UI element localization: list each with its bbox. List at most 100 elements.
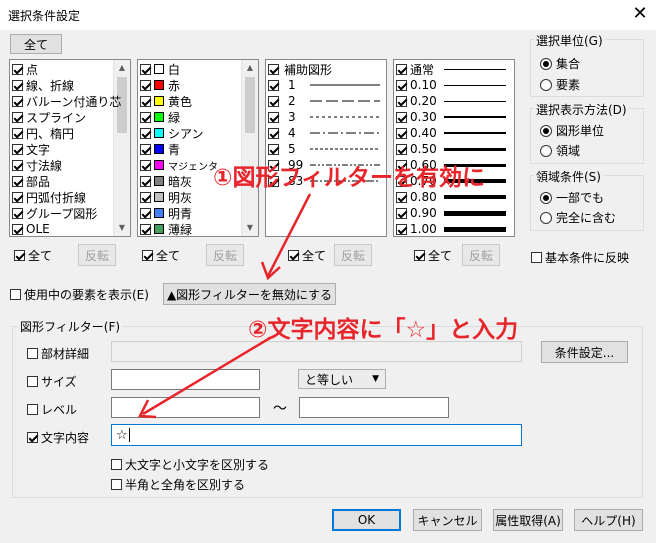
size-operator-select[interactable]: と等しい ▼	[298, 369, 386, 389]
checkbox[interactable]	[12, 127, 23, 139]
list-item[interactable]: 円、楕円	[12, 125, 74, 141]
level-checkbox[interactable]: レベル	[27, 401, 77, 418]
list-item[interactable]: 5	[268, 141, 380, 157]
list-item[interactable]: 部品	[12, 173, 50, 189]
elements-all-checkbox[interactable]: 全て	[14, 247, 52, 264]
radio[interactable]	[540, 144, 552, 157]
color-list[interactable]: ▲ ▼ 白赤黄色緑シアン青マジェンタ 暗灰 明灰 明青 薄緑	[137, 59, 259, 237]
case-sensitive-checkbox[interactable]: 大文字と小文字を区別する	[111, 456, 269, 473]
list-item[interactable]: 白	[140, 61, 180, 77]
checkbox[interactable]	[268, 95, 279, 107]
list-item[interactable]: OLE	[12, 221, 50, 236]
lines-invert-button[interactable]: 反転	[334, 244, 372, 266]
level-to-field[interactable]	[299, 397, 449, 418]
list-item[interactable]: 明灰	[140, 189, 192, 205]
radio[interactable]	[540, 57, 552, 70]
list-item[interactable]: 0.30	[396, 109, 506, 125]
select-all-top-button[interactable]: 全て	[10, 34, 62, 54]
list-item[interactable]: 0.50	[396, 141, 506, 157]
checkbox[interactable]	[12, 207, 23, 219]
element-type-list[interactable]: ▲ ▼ 点線、折線 バルーン付通り芯 スプライン 円、楕円 文字 寸法線 部品 円弧付折線 グル…	[9, 59, 131, 237]
checkbox[interactable]	[268, 127, 279, 139]
checkbox[interactable]	[111, 459, 122, 470]
colors-all-checkbox[interactable]: 全て	[142, 247, 180, 264]
list-item[interactable]: 通常	[396, 61, 506, 77]
checkbox[interactable]	[140, 191, 151, 203]
list-item[interactable]: 1	[268, 77, 380, 93]
checkbox[interactable]	[12, 143, 23, 155]
checkbox[interactable]	[14, 250, 25, 261]
checkbox[interactable]	[268, 79, 279, 91]
scroll-down-icon[interactable]: ▼	[242, 220, 258, 236]
size-field[interactable]	[111, 369, 260, 390]
checkbox[interactable]	[396, 95, 407, 107]
checkbox[interactable]	[12, 175, 23, 187]
list-item[interactable]: 薄緑	[140, 221, 192, 236]
checkbox[interactable]	[12, 111, 23, 123]
list-item[interactable]: 4	[268, 125, 380, 141]
list-item[interactable]: 0.10	[396, 77, 506, 93]
close-icon[interactable]: ✕	[630, 3, 650, 25]
material-detail-checkbox[interactable]: 部材詳細	[27, 345, 89, 362]
checkbox[interactable]	[10, 289, 21, 300]
text-content-checkbox[interactable]: 文字内容	[27, 429, 89, 446]
list-item[interactable]: 赤	[140, 77, 180, 93]
list-item[interactable]: 緑	[140, 109, 180, 125]
checkbox[interactable]	[396, 143, 407, 155]
checkbox[interactable]	[140, 63, 151, 75]
list-item[interactable]: 点	[12, 61, 38, 77]
widths-all-checkbox[interactable]: 全て	[414, 247, 452, 264]
list-item[interactable]: 0.40	[396, 125, 506, 141]
checkbox[interactable]	[27, 376, 38, 387]
cancel-button[interactable]: キャンセル	[413, 509, 482, 531]
list-item[interactable]: 線、折線	[12, 77, 74, 93]
checkbox[interactable]	[12, 223, 23, 235]
width-sensitive-checkbox[interactable]: 半角と全角を区別する	[111, 476, 245, 493]
show-in-use-checkbox[interactable]: 使用中の要素を表示(E)	[10, 286, 149, 303]
checkbox[interactable]	[140, 159, 151, 171]
list-item[interactable]: スプライン	[12, 109, 86, 125]
checkbox[interactable]	[268, 111, 279, 123]
checkbox[interactable]	[140, 79, 151, 91]
checkbox[interactable]	[396, 223, 407, 235]
get-attribute-button[interactable]: 属性取得(A)	[493, 509, 563, 531]
level-from-field[interactable]	[111, 397, 260, 418]
checkbox[interactable]	[396, 207, 407, 219]
colors-invert-button[interactable]: 反転	[206, 244, 244, 266]
checkbox[interactable]	[12, 63, 23, 75]
list-item[interactable]: 0.20	[396, 93, 506, 109]
checkbox[interactable]	[140, 111, 151, 123]
checkbox[interactable]	[288, 250, 299, 261]
checkbox[interactable]	[27, 432, 38, 443]
help-button[interactable]: ヘルプ(H)	[574, 509, 643, 531]
list-item[interactable]: 3	[268, 109, 380, 125]
widths-invert-button[interactable]: 反転	[462, 244, 500, 266]
line-width-list[interactable]: 通常 0.10 0.20 0.30 0.40 0.50 0.60 0.70 0.80 0.90 1.…	[393, 59, 515, 237]
scroll-down-icon[interactable]: ▼	[114, 220, 130, 236]
list-item[interactable]: 青	[140, 141, 180, 157]
checkbox[interactable]	[27, 404, 38, 415]
checkbox[interactable]	[12, 95, 23, 107]
ok-button[interactable]: OK	[332, 509, 401, 531]
elements-invert-button[interactable]: 反転	[78, 244, 116, 266]
list-item[interactable]: 明青	[140, 205, 192, 221]
list-item[interactable]: マジェンタ	[140, 157, 218, 173]
list-item[interactable]: バルーン付通り芯	[12, 93, 121, 109]
checkbox[interactable]	[396, 111, 407, 123]
radio-set[interactable]: 集合	[540, 55, 580, 72]
checkbox[interactable]	[142, 250, 153, 261]
scroll-up-icon[interactable]: ▲	[242, 60, 258, 76]
list-item[interactable]: 2	[268, 93, 380, 109]
radio[interactable]	[540, 124, 552, 137]
checkbox[interactable]	[531, 252, 542, 263]
list-item[interactable]: 1.00	[396, 221, 506, 236]
list-item[interactable]: 黄色	[140, 93, 192, 109]
radio[interactable]	[540, 211, 552, 224]
scroll-thumb[interactable]	[245, 77, 255, 133]
checkbox[interactable]	[12, 159, 23, 171]
element-list-scrollbar[interactable]: ▲ ▼	[113, 60, 130, 236]
list-item[interactable]: 補助図形	[268, 61, 332, 77]
checkbox[interactable]	[12, 79, 23, 91]
checkbox[interactable]	[27, 348, 38, 359]
checkbox[interactable]	[140, 127, 151, 139]
